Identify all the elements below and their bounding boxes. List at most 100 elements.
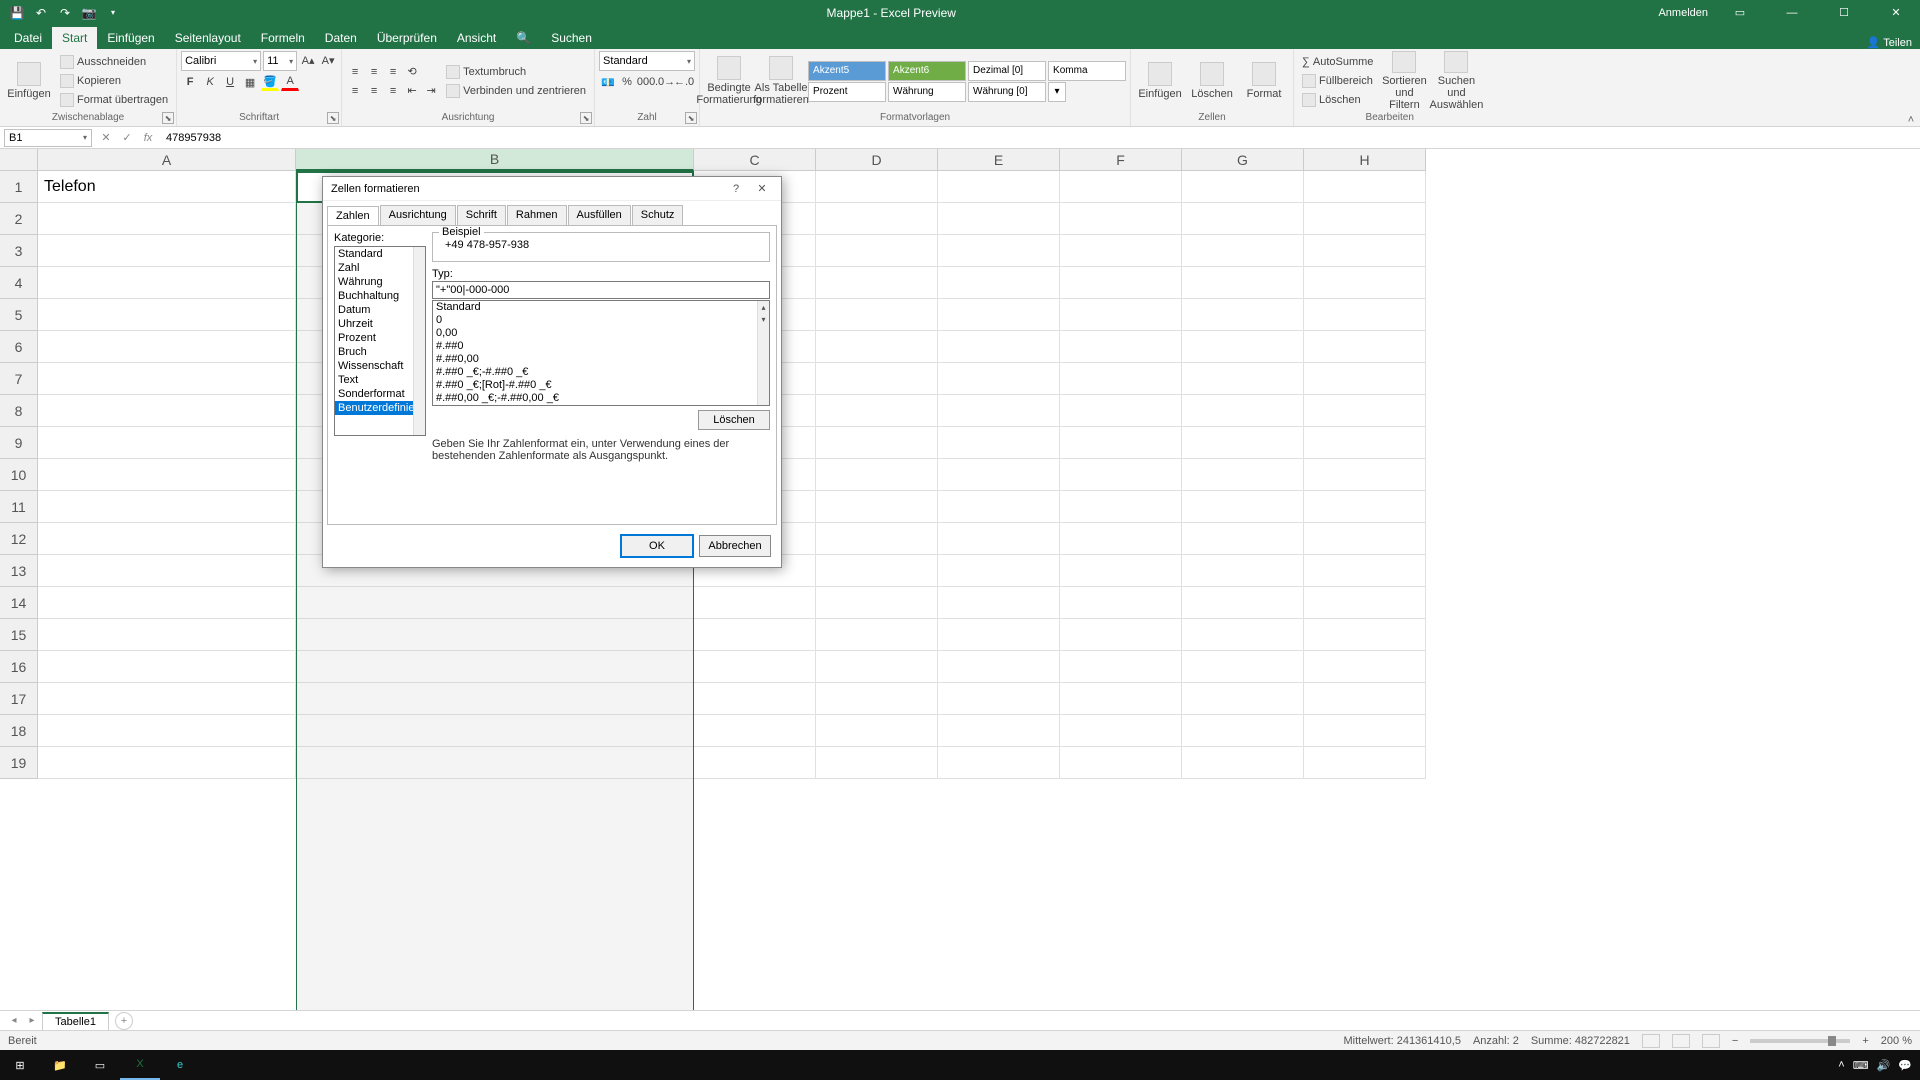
thousands-icon[interactable]: 000: [637, 73, 655, 91]
cell[interactable]: [38, 651, 296, 683]
cell[interactable]: [296, 619, 694, 651]
cell[interactable]: [1182, 683, 1304, 715]
cell[interactable]: [1060, 459, 1182, 491]
cell[interactable]: [1304, 331, 1426, 363]
volume-icon[interactable]: 🔊: [1877, 1059, 1891, 1072]
underline-icon[interactable]: U: [221, 73, 239, 91]
tray-up-icon[interactable]: ˄: [1838, 1059, 1844, 1071]
col-header-D[interactable]: D: [816, 149, 938, 171]
italic-icon[interactable]: K: [201, 73, 219, 91]
style-dezimal[interactable]: Dezimal [0]: [968, 61, 1046, 81]
cell[interactable]: [1304, 363, 1426, 395]
row-header[interactable]: 19: [0, 747, 38, 779]
cell[interactable]: [296, 587, 694, 619]
type-item[interactable]: #.##0,00: [433, 353, 769, 366]
row-header[interactable]: 9: [0, 427, 38, 459]
cell[interactable]: [1304, 683, 1426, 715]
file-explorer-icon[interactable]: 📁: [40, 1050, 80, 1080]
tab-nav-next-icon[interactable]: ▸: [24, 1013, 40, 1029]
cell[interactable]: [816, 587, 938, 619]
row-header[interactable]: 2: [0, 203, 38, 235]
dtab-schutz[interactable]: Schutz: [632, 205, 684, 225]
col-header-C[interactable]: C: [694, 149, 816, 171]
name-box[interactable]: B1▾: [4, 129, 92, 147]
cell[interactable]: [938, 427, 1060, 459]
cell[interactable]: [694, 747, 816, 779]
cell[interactable]: [1304, 395, 1426, 427]
cell[interactable]: [938, 491, 1060, 523]
redo-icon[interactable]: ↷: [54, 2, 76, 24]
close-icon[interactable]: ✕: [1876, 0, 1916, 25]
cell[interactable]: [1304, 587, 1426, 619]
cell[interactable]: [38, 523, 296, 555]
dialog-launcher-icon[interactable]: ⬊: [580, 112, 592, 124]
row-header[interactable]: 6: [0, 331, 38, 363]
copy-button[interactable]: Kopieren: [56, 72, 172, 90]
cell[interactable]: [296, 651, 694, 683]
cell[interactable]: [1304, 715, 1426, 747]
currency-icon[interactable]: 💶: [599, 73, 617, 91]
cell[interactable]: [1060, 299, 1182, 331]
formula-input[interactable]: 478957938: [162, 131, 1920, 145]
font-size-combo[interactable]: 11▾: [263, 51, 297, 71]
bold-icon[interactable]: F: [181, 73, 199, 91]
camera-icon[interactable]: 📷: [78, 2, 100, 24]
cell[interactable]: [938, 747, 1060, 779]
cell[interactable]: [1304, 459, 1426, 491]
category-item[interactable]: Text: [335, 373, 425, 387]
cell[interactable]: [1060, 715, 1182, 747]
category-item[interactable]: Bruch: [335, 345, 425, 359]
cell[interactable]: [816, 491, 938, 523]
dtab-rahmen[interactable]: Rahmen: [507, 205, 567, 225]
edge-icon[interactable]: e: [160, 1050, 200, 1080]
dialog-launcher-icon[interactable]: ⬊: [685, 112, 697, 124]
row-header[interactable]: 16: [0, 651, 38, 683]
category-item[interactable]: Benutzerdefiniert: [335, 401, 425, 415]
cell[interactable]: [938, 619, 1060, 651]
qat-customize-icon[interactable]: ▾: [102, 2, 124, 24]
cell[interactable]: [1060, 267, 1182, 299]
cell[interactable]: [816, 363, 938, 395]
cell[interactable]: [938, 683, 1060, 715]
cell[interactable]: [38, 491, 296, 523]
cell[interactable]: [38, 715, 296, 747]
type-item[interactable]: #.##0,00 _€;-#.##0,00 _€: [433, 392, 769, 405]
cell[interactable]: [694, 619, 816, 651]
cell[interactable]: [38, 235, 296, 267]
decrease-font-icon[interactable]: A▾: [319, 51, 337, 69]
cell[interactable]: [816, 683, 938, 715]
sheet-tab-1[interactable]: Tabelle1: [42, 1012, 109, 1030]
scrollbar[interactable]: [413, 247, 425, 435]
save-icon[interactable]: 💾: [6, 2, 28, 24]
category-item[interactable]: Wissenschaft: [335, 359, 425, 373]
cell[interactable]: [938, 715, 1060, 747]
cell[interactable]: [1060, 651, 1182, 683]
decrease-indent-icon[interactable]: ⇤: [403, 82, 421, 100]
tab-view[interactable]: Ansicht: [447, 27, 506, 49]
cell[interactable]: [816, 715, 938, 747]
cell[interactable]: [1060, 331, 1182, 363]
merge-center-button[interactable]: Verbinden und zentrieren: [442, 82, 590, 100]
cell[interactable]: [1304, 491, 1426, 523]
cell[interactable]: [694, 587, 816, 619]
find-select-button[interactable]: Suchen und Auswählen: [1431, 51, 1481, 111]
font-color-icon[interactable]: A: [281, 73, 299, 91]
cell[interactable]: [938, 363, 1060, 395]
taskview-icon[interactable]: ▭: [80, 1050, 120, 1080]
cell[interactable]: [1182, 427, 1304, 459]
cell[interactable]: [1060, 523, 1182, 555]
type-item[interactable]: #.##0 _€;[Rot]-#.##0 _€: [433, 379, 769, 392]
cell[interactable]: [1182, 299, 1304, 331]
cell[interactable]: [1060, 363, 1182, 395]
cell[interactable]: [1182, 587, 1304, 619]
zoom-slider[interactable]: [1750, 1039, 1850, 1043]
increase-indent-icon[interactable]: ⇥: [422, 82, 440, 100]
cell[interactable]: [816, 203, 938, 235]
cell[interactable]: [938, 171, 1060, 203]
dtab-ausrichtung[interactable]: Ausrichtung: [380, 205, 456, 225]
cell[interactable]: [1182, 203, 1304, 235]
undo-icon[interactable]: ↶: [30, 2, 52, 24]
cell[interactable]: [1060, 491, 1182, 523]
cell[interactable]: [816, 331, 938, 363]
type-list[interactable]: Standard00,00#.##0#.##0,00#.##0 _€;-#.##…: [432, 300, 770, 406]
